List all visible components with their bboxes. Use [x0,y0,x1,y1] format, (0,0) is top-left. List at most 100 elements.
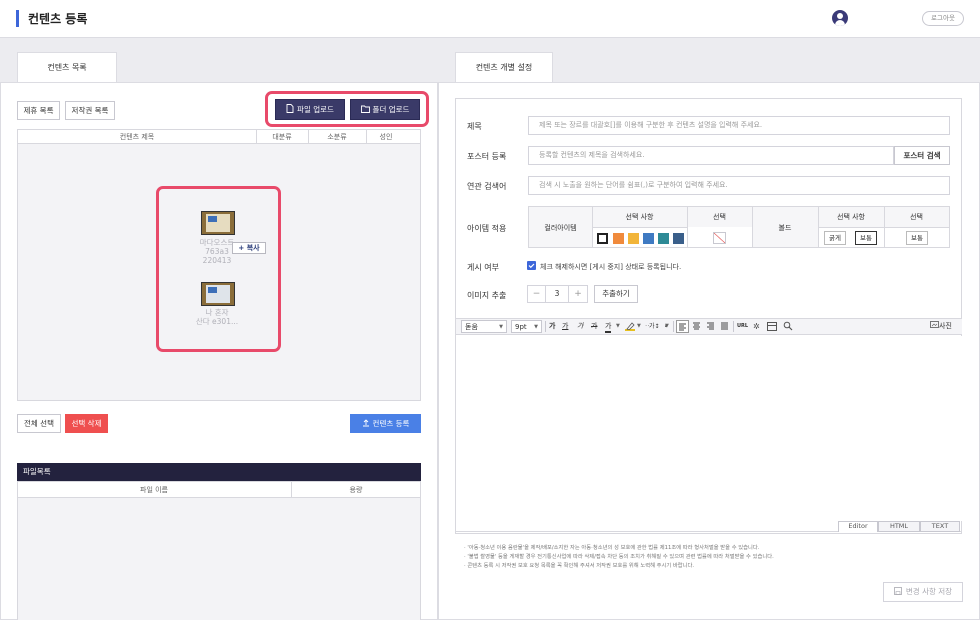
font-family-value: 돋움 [465,323,478,331]
file-upload-button[interactable]: 파일 업로드 [275,99,345,120]
notice-line-1: · '아동·청소년 이용 음란물'을 제작/배포/소지한 자는 아동·청소년의 … [464,545,760,551]
superscript-button[interactable]: ∙ [664,320,668,333]
font-color-button[interactable]: 가 [605,320,612,333]
photo-icon [930,321,939,328]
color-swatch-white[interactable] [597,233,608,244]
font-size-value: 9pt [515,323,527,331]
page-title: 컨텐츠 등록 [28,12,88,26]
upload-icon [362,419,369,427]
keyword-input[interactable]: 검색 시 노출을 원하는 단어를 쉼표(,)로 구분하여 입력해 주세요. [528,176,950,195]
column-header-subcategory: 소분류 [327,133,347,141]
highlight-color-icon[interactable] [625,322,635,331]
special-char-icon[interactable]: ✲ [753,320,760,333]
video-file-icon[interactable] [201,211,235,235]
insert-photo-label: 사진 [939,322,952,330]
copy-tooltip: + 복사 [232,242,266,254]
poster-search-input[interactable]: 등록할 컨텐츠의 제목을 검색하세요. [528,146,894,165]
video-file-icon[interactable] [201,282,235,306]
image-extract-label: 이미지 추출 [467,291,507,300]
tab-content-list[interactable]: 컨텐츠 목록 [17,52,117,82]
editor-tab-text[interactable]: TEXT [920,521,960,532]
item-apply-label: 아이템 적용 [467,224,507,233]
align-left-icon[interactable] [676,320,689,333]
underline-button[interactable]: 가 [562,320,568,333]
user-avatar-icon[interactable] [832,10,848,26]
color-swatch-teal[interactable] [658,233,669,244]
title-input[interactable]: 제목 또는 장르를 대괄호[]를 이용해 구분한 후 컨텐츠 설명을 입력해 주… [528,116,950,135]
folder-upload-button[interactable]: 폴더 업로드 [350,99,420,120]
color-item-label: 컬러아이템 [544,224,577,232]
extract-button[interactable]: 추출하기 [594,285,638,303]
publish-checkbox-label: 체크 해제하시면 [게시 중지] 상태로 등록됩니다. [540,263,682,271]
register-content-label: 컨텐츠 등록 [372,419,410,428]
column-header-title: 컨텐츠 제목 [119,133,155,141]
notice-line-2: · '불법 촬영물' 등을 게재할 경우 전기통신사업에 따라 삭제/접속 차단… [464,554,774,560]
editor-content-area[interactable] [456,336,962,521]
decrement-button[interactable]: − [528,286,546,302]
color-swatch-orange[interactable] [613,233,624,244]
bold-label: 볼드 [778,224,792,232]
color-select-header: 선택 [713,213,726,221]
checkmark-icon [528,263,535,269]
align-right-icon[interactable] [705,321,716,332]
bold-option-header: 선택 사항 [837,213,865,221]
poster-search-button[interactable]: 포스터 검색 [894,146,950,165]
drag-item-label-2: 나 혼자 산다 e301... [195,308,239,326]
column-header-category: 대분류 [272,133,292,141]
file-upload-label: 파일 업로드 [297,105,334,114]
bold-option-normal[interactable]: 보통 [855,231,877,245]
chevron-down-icon: ▼ [499,324,503,330]
select-all-button[interactable]: 전체 선택 [17,414,61,433]
notice-line-3: · 콘텐츠 등록 시 저작권 보호 요청 목록을 꼭 확인해 주셔서 저작권 보… [464,563,695,569]
url-link-button[interactable]: URL [737,320,748,333]
bold-option-bold[interactable]: 굵게 [824,231,846,245]
editor-tab-html[interactable]: HTML [878,521,920,532]
no-color-selected-icon[interactable] [713,232,726,244]
color-swatch-blue[interactable] [643,233,654,244]
letter-spacing-button[interactable]: 가↕ [649,320,660,333]
chevron-down-icon: ▼ [534,324,538,330]
chevron-down-icon[interactable]: ▼ [637,320,641,333]
keyword-label: 연관 검색어 [467,182,507,191]
color-swatch-navy[interactable] [673,233,684,244]
logout-button[interactable]: 로그아웃 [922,11,964,26]
strike-button[interactable]: 가 [591,320,597,333]
delete-selected-button[interactable]: 선택 삭제 [65,414,108,433]
save-changes-button[interactable]: 변경 사항 저장 [883,582,963,602]
bold-button[interactable]: 가 [549,320,555,333]
file-icon [286,104,294,113]
tab-content-settings[interactable]: 컨텐츠 개별 설정 [455,52,553,82]
bold-selected-value: 보통 [906,231,928,245]
align-justify-icon[interactable] [719,321,730,332]
bold-select-header: 선택 [910,213,923,221]
font-family-select[interactable]: 돋움 ▼ [461,320,507,333]
copyright-list-button[interactable]: 저작권 목록 [65,101,115,120]
app-header: 컨텐츠 등록 로그아웃 [0,0,980,38]
font-size-select[interactable]: 9pt ▼ [511,320,542,333]
file-list-body[interactable] [17,498,421,620]
search-icon[interactable] [783,321,793,331]
color-swatch-yellow[interactable] [628,233,639,244]
publish-checkbox[interactable] [527,261,536,270]
file-list-title: 파일목록 [17,463,421,481]
affiliate-list-button[interactable]: 제휴 목록 [17,101,60,120]
column-header-size: 용량 [349,486,363,494]
title-label: 제목 [467,122,482,131]
save-icon [894,587,902,595]
editor-tab-editor[interactable]: Editor [838,521,878,532]
image-count-value[interactable]: 3 [546,286,568,302]
publish-label: 게시 여부 [467,263,499,272]
insert-photo-button[interactable]: 사진 [930,320,952,333]
italic-button[interactable]: 가 [577,320,583,333]
poster-label: 포스터 등록 [467,152,507,161]
folder-icon [360,105,370,113]
folder-upload-label: 폴더 업로드 [372,105,410,114]
color-option-header: 선택 사항 [625,213,654,221]
column-header-adult: 성인 [379,133,393,141]
chevron-down-icon[interactable]: ▼ [616,320,620,333]
register-content-button[interactable]: 컨텐츠 등록 [350,414,421,433]
increment-button[interactable]: + [568,286,587,302]
align-center-icon[interactable] [691,321,702,332]
table-insert-icon[interactable] [767,322,777,331]
save-changes-label: 변경 사항 저장 [905,587,953,596]
